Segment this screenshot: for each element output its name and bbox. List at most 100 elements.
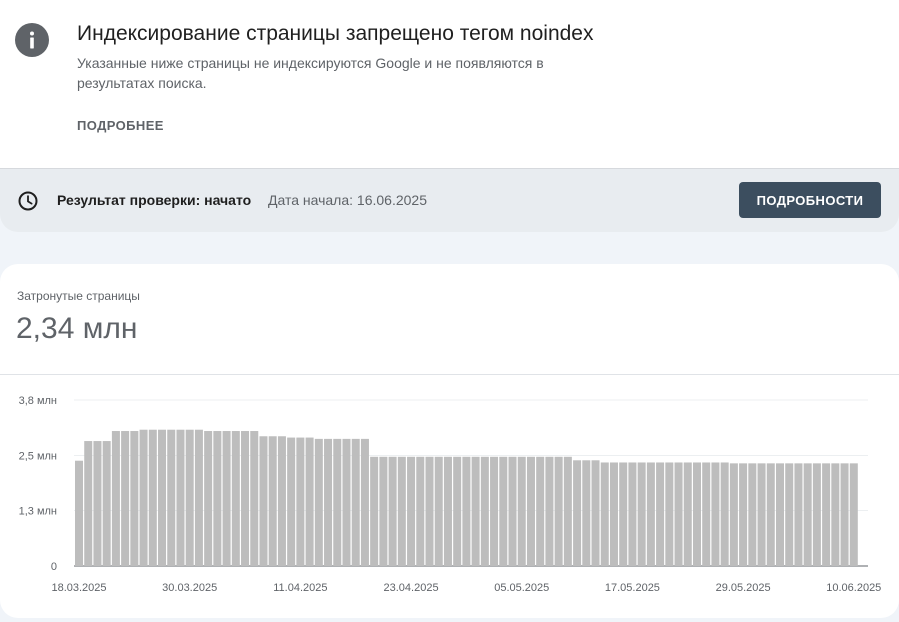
- clock-icon: [18, 191, 38, 211]
- chart-bar[interactable]: [277, 436, 286, 566]
- chart-bar[interactable]: [388, 456, 397, 566]
- chart-bar[interactable]: [591, 460, 600, 566]
- learn-more-link[interactable]: ПОДРОБНЕЕ: [77, 118, 164, 133]
- chart-bar[interactable]: [416, 456, 425, 566]
- chart-bar[interactable]: [582, 460, 591, 566]
- chart-bar[interactable]: [831, 463, 840, 566]
- chart-bar[interactable]: [711, 462, 720, 566]
- y-tick-label: 2,5 млн: [19, 450, 57, 462]
- chart-bar[interactable]: [194, 429, 203, 566]
- chart-bar[interactable]: [130, 431, 139, 566]
- chart-bar[interactable]: [296, 437, 305, 566]
- chart-bar[interactable]: [231, 431, 240, 566]
- chart-bar[interactable]: [517, 456, 526, 566]
- y-tick-label: 0: [51, 561, 57, 573]
- chart-bar[interactable]: [803, 463, 812, 566]
- card-divider: [0, 374, 899, 375]
- chart-bar[interactable]: [241, 431, 250, 566]
- chart-bar[interactable]: [250, 431, 259, 566]
- x-tick-label: 05.05.2025: [494, 582, 549, 594]
- x-tick-label: 23.04.2025: [384, 582, 439, 594]
- chart-bar[interactable]: [766, 463, 775, 566]
- chart-bar[interactable]: [305, 437, 314, 566]
- chart-bar[interactable]: [600, 462, 609, 566]
- chart-bar[interactable]: [646, 462, 655, 566]
- x-tick-label: 18.03.2025: [51, 582, 106, 594]
- chart-bar[interactable]: [407, 456, 416, 566]
- chart-bar[interactable]: [748, 463, 757, 566]
- chart-bar[interactable]: [729, 463, 738, 566]
- y-tick-label: 3,8 млн: [19, 395, 57, 407]
- chart-bar[interactable]: [462, 456, 471, 566]
- chart-bar[interactable]: [720, 462, 729, 566]
- chart-bar[interactable]: [102, 441, 111, 566]
- chart-bar[interactable]: [683, 462, 692, 566]
- x-tick-label: 17.05.2025: [605, 582, 660, 594]
- chart-bar[interactable]: [434, 456, 443, 566]
- validation-start-date: Дата начала: 16.06.2025: [268, 192, 427, 208]
- chart-bar[interactable]: [379, 456, 388, 566]
- chart-bar[interactable]: [333, 438, 342, 566]
- chart-bar[interactable]: [360, 438, 369, 566]
- chart-bar[interactable]: [453, 456, 462, 566]
- chart-bar[interactable]: [93, 441, 102, 566]
- chart-bar[interactable]: [526, 456, 535, 566]
- issue-title: Индексирование страницы запрещено тегом …: [77, 22, 594, 45]
- chart-bar[interactable]: [656, 462, 665, 566]
- chart-bar[interactable]: [471, 456, 480, 566]
- chart-bar[interactable]: [822, 463, 831, 566]
- chart-bar[interactable]: [84, 441, 93, 566]
- chart-bar[interactable]: [490, 456, 499, 566]
- chart-bar[interactable]: [812, 463, 821, 566]
- affected-pages-chart: 0 1,3 млн 2,5 млн 3,8 млн 18.03.2025 30.03.20…: [19, 395, 882, 594]
- chart-bar[interactable]: [397, 456, 406, 566]
- chart-bar[interactable]: [508, 456, 517, 566]
- chart-bar[interactable]: [499, 456, 508, 566]
- chart-bar[interactable]: [674, 462, 683, 566]
- chart-bar[interactable]: [185, 429, 194, 566]
- validation-details-button[interactable]: ПОДРОБНОСТИ: [739, 182, 881, 218]
- chart-bar[interactable]: [609, 462, 618, 566]
- chart-bar[interactable]: [222, 431, 231, 566]
- chart-bar[interactable]: [619, 462, 628, 566]
- chart-bar[interactable]: [314, 438, 323, 566]
- chart-bar[interactable]: [628, 462, 637, 566]
- chart-bar[interactable]: [148, 429, 157, 566]
- chart-bar[interactable]: [342, 438, 351, 566]
- chart-bar[interactable]: [204, 431, 213, 566]
- chart-bar[interactable]: [840, 463, 849, 566]
- chart-bar[interactable]: [692, 462, 701, 566]
- chart-bar[interactable]: [480, 456, 489, 566]
- chart-bar[interactable]: [111, 431, 120, 566]
- chart-bar[interactable]: [121, 431, 130, 566]
- chart-bar[interactable]: [739, 463, 748, 566]
- chart-bar[interactable]: [287, 437, 296, 566]
- chart-bar[interactable]: [425, 456, 434, 566]
- chart-bar[interactable]: [545, 456, 554, 566]
- chart-bar[interactable]: [370, 456, 379, 566]
- chart-bar[interactable]: [775, 463, 785, 566]
- chart-bar[interactable]: [443, 456, 452, 566]
- chart-bar[interactable]: [702, 462, 711, 566]
- x-tick-label: 29.05.2025: [716, 582, 771, 594]
- chart-bar[interactable]: [259, 436, 268, 566]
- chart-bar[interactable]: [268, 436, 277, 566]
- chart-bar[interactable]: [158, 429, 167, 566]
- chart-bar[interactable]: [324, 438, 333, 566]
- chart-bar[interactable]: [213, 431, 222, 566]
- chart-bar[interactable]: [351, 438, 360, 566]
- chart-bar[interactable]: [785, 463, 794, 566]
- chart-bar[interactable]: [573, 460, 582, 566]
- chart-bar[interactable]: [139, 429, 148, 566]
- chart-bar[interactable]: [563, 456, 572, 566]
- chart-bar[interactable]: [536, 456, 545, 566]
- chart-bar[interactable]: [637, 462, 646, 566]
- chart-bar[interactable]: [554, 456, 563, 566]
- chart-bar[interactable]: [665, 462, 674, 566]
- chart-bar[interactable]: [757, 463, 766, 566]
- chart-bar[interactable]: [167, 429, 176, 566]
- chart-bar[interactable]: [794, 463, 803, 566]
- chart-bar[interactable]: [849, 463, 858, 566]
- chart-bar[interactable]: [176, 429, 185, 566]
- chart-bar[interactable]: [75, 460, 84, 566]
